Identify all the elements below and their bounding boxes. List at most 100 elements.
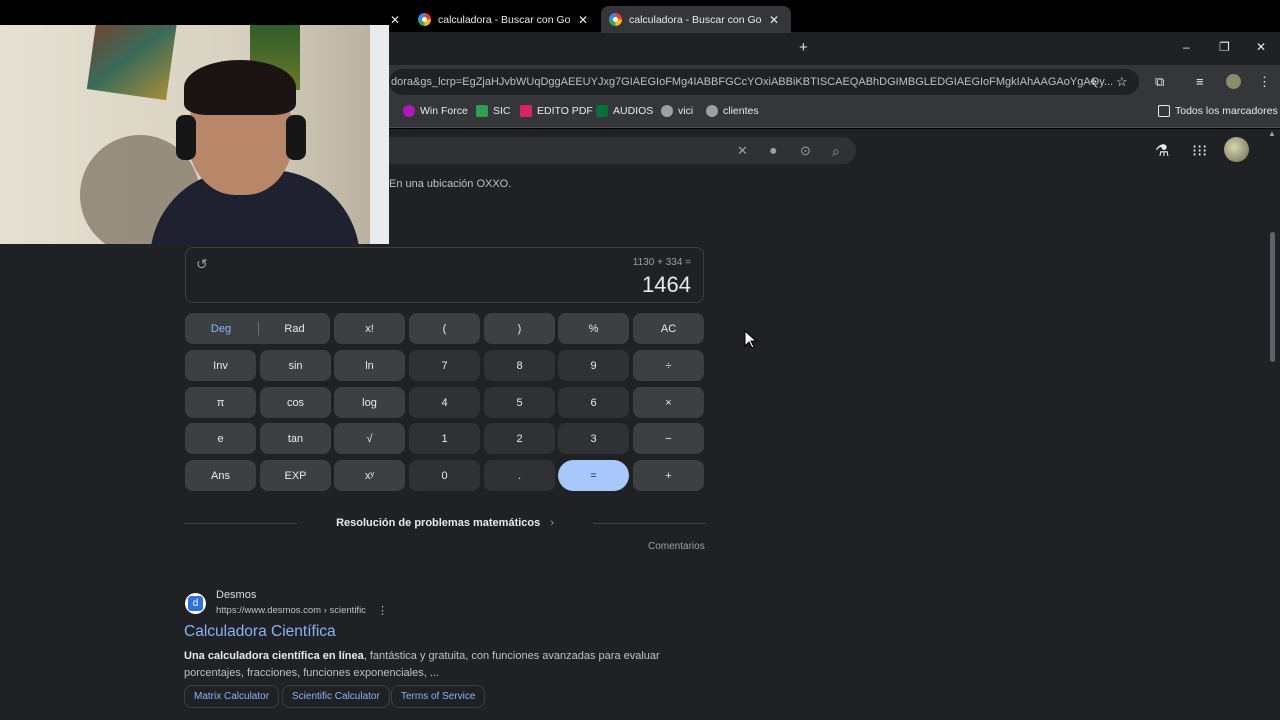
history-icon[interactable]: ↺	[196, 256, 208, 273]
key-tan[interactable]: tan	[260, 423, 331, 454]
key-inv[interactable]: Inv	[185, 350, 256, 381]
bookmark-icon	[476, 105, 488, 117]
bookmark-icon	[596, 105, 608, 117]
bookmark-icon	[403, 105, 415, 117]
key-ans[interactable]: Ans	[185, 460, 256, 491]
new-tab-button[interactable]: +	[799, 39, 808, 56]
headphone-right	[286, 115, 306, 160]
all-bookmarks[interactable]: Todos los marcadores	[1158, 105, 1278, 117]
webcam-overlay	[0, 25, 389, 244]
key-equals[interactable]: =	[558, 460, 629, 491]
key-percent[interactable]: %	[558, 313, 629, 344]
oxxo-text: En una ubicación OXXO.	[389, 178, 512, 190]
bookmark-win-force[interactable]: Win Force	[403, 105, 468, 117]
key-8[interactable]: 8	[484, 350, 555, 381]
avatar[interactable]	[1224, 137, 1249, 162]
key-pi[interactable]: π	[185, 387, 256, 418]
key-plus[interactable]: +	[633, 460, 704, 491]
tab-calculadora-2[interactable]: calculadora - Buscar con Googl ✕	[601, 6, 791, 33]
key-4[interactable]: 4	[409, 387, 480, 418]
globe-icon	[661, 105, 673, 117]
tab-title: calculadora - Buscar con Googl	[438, 13, 570, 26]
media-icon[interactable]: ≡	[1196, 74, 1204, 89]
math-solver-button[interactable]: Resolución de problemas matemáticos ›	[297, 509, 593, 537]
key-0[interactable]: 0	[409, 460, 480, 491]
lens-icon[interactable]: ⊙	[800, 143, 811, 159]
key-2[interactable]: 2	[484, 423, 555, 454]
restore-button[interactable]: ❐	[1219, 40, 1230, 54]
result-snippet: Una calculadora científica en línea, fan…	[184, 650, 660, 679]
tab-calculadora-1[interactable]: calculadora - Buscar con Googl ✕	[410, 6, 600, 33]
feedback-link[interactable]: Comentarios	[648, 541, 705, 552]
bookmark-icon	[520, 105, 532, 117]
scroll-up-arrow-icon[interactable]: ▲	[1268, 129, 1276, 138]
labs-flask-icon[interactable]: ⚗	[1155, 141, 1169, 161]
apps-grid-icon[interactable]: ⁝⁝⁝	[1192, 141, 1207, 161]
clear-icon[interactable]: ✕	[737, 143, 748, 159]
result-title-link[interactable]: Calculadora Científica	[184, 623, 336, 641]
webcam-poster	[86, 25, 178, 101]
mic-icon[interactable]: ⏺	[770, 143, 777, 159]
key-6[interactable]: 6	[558, 387, 629, 418]
key-all-clear[interactable]: AC	[633, 313, 704, 344]
left-tab-close-icon[interactable]: ✕	[390, 6, 400, 33]
key-7[interactable]: 7	[409, 350, 480, 381]
sitelink-matrix-calculator[interactable]: Matrix Calculator	[184, 685, 280, 708]
key-decimal[interactable]: .	[484, 460, 555, 491]
key-factorial[interactable]: x!	[334, 313, 405, 344]
bookmark-icon	[706, 105, 718, 117]
bookmark-star-icon[interactable]: ☆	[1116, 74, 1128, 90]
scrollbar-thumb[interactable]	[1270, 232, 1275, 362]
search-input[interactable]	[389, 137, 856, 164]
bookmark-vici[interactable]: vici	[661, 105, 693, 117]
bookmark-sic[interactable]: SIC	[476, 105, 511, 117]
key-log[interactable]: log	[334, 387, 405, 418]
key-minus[interactable]: −	[633, 423, 704, 454]
result-site-name[interactable]: Desmos	[216, 589, 256, 601]
address-bar[interactable]: dora&gs_lcrp=EgZjaHJvbWUqDggAEEUYJxg7GIA…	[389, 69, 1139, 95]
key-3[interactable]: 3	[558, 423, 629, 454]
google-favicon-icon	[418, 13, 431, 26]
key-sin[interactable]: sin	[260, 350, 331, 381]
minimize-button[interactable]: –	[1183, 40, 1190, 54]
extensions-icon[interactable]: ⧉	[1155, 74, 1164, 90]
key-divide[interactable]: ÷	[633, 350, 704, 381]
bookmark-edito-pdf[interactable]: EDITO PDF	[520, 105, 593, 117]
key-sqrt[interactable]: √	[334, 423, 405, 454]
window-close-button[interactable]: ✕	[1256, 40, 1266, 54]
desmos-favicon-icon: d	[185, 593, 206, 614]
key-cos[interactable]: cos	[260, 387, 331, 418]
webcam-person-hair	[184, 60, 296, 115]
calculator-display	[185, 247, 704, 303]
key-1[interactable]: 1	[409, 423, 480, 454]
rad-button[interactable]: Rad	[259, 313, 330, 344]
math-solver-label: Resolución de problemas matemáticos	[336, 517, 541, 529]
search-icon[interactable]: ⌕	[832, 143, 840, 160]
deg-button[interactable]: Deg	[185, 313, 257, 344]
tab-close-icon[interactable]: ✕	[578, 13, 588, 27]
menu-kebab-icon[interactable]: ⋮	[1258, 74, 1271, 90]
sitelink-scientific-calculator[interactable]: Scientific Calculator	[282, 685, 390, 708]
key-5[interactable]: 5	[484, 387, 555, 418]
key-9[interactable]: 9	[558, 350, 629, 381]
sitelink-terms-of-service[interactable]: Terms of Service	[391, 685, 486, 708]
profile-icon[interactable]	[1226, 74, 1241, 89]
location-icon[interactable]: ⌖	[1090, 74, 1097, 90]
key-open-paren[interactable]: (	[409, 313, 480, 344]
key-ln[interactable]: ln	[334, 350, 405, 381]
calculator-result: 1464	[642, 272, 691, 297]
result-menu-icon[interactable]: ⋮	[377, 604, 388, 617]
key-close-paren[interactable]: )	[484, 313, 555, 344]
mouse-cursor-icon	[744, 330, 758, 349]
key-e[interactable]: e	[185, 423, 256, 454]
chevron-right-icon: ›	[550, 517, 554, 529]
headphone-left	[176, 115, 196, 160]
calculator-expression: 1130 + 334 =	[632, 257, 691, 268]
key-power[interactable]: xʸ	[334, 460, 405, 491]
key-multiply[interactable]: ×	[633, 387, 704, 418]
bookmark-audios[interactable]: AUDIOS	[596, 105, 653, 117]
tab-close-icon[interactable]: ✕	[769, 13, 779, 27]
key-exp[interactable]: EXP	[260, 460, 331, 491]
bookmark-clientes[interactable]: clientes	[706, 105, 759, 117]
result-url[interactable]: https://www.desmos.com › scientific	[216, 605, 366, 616]
